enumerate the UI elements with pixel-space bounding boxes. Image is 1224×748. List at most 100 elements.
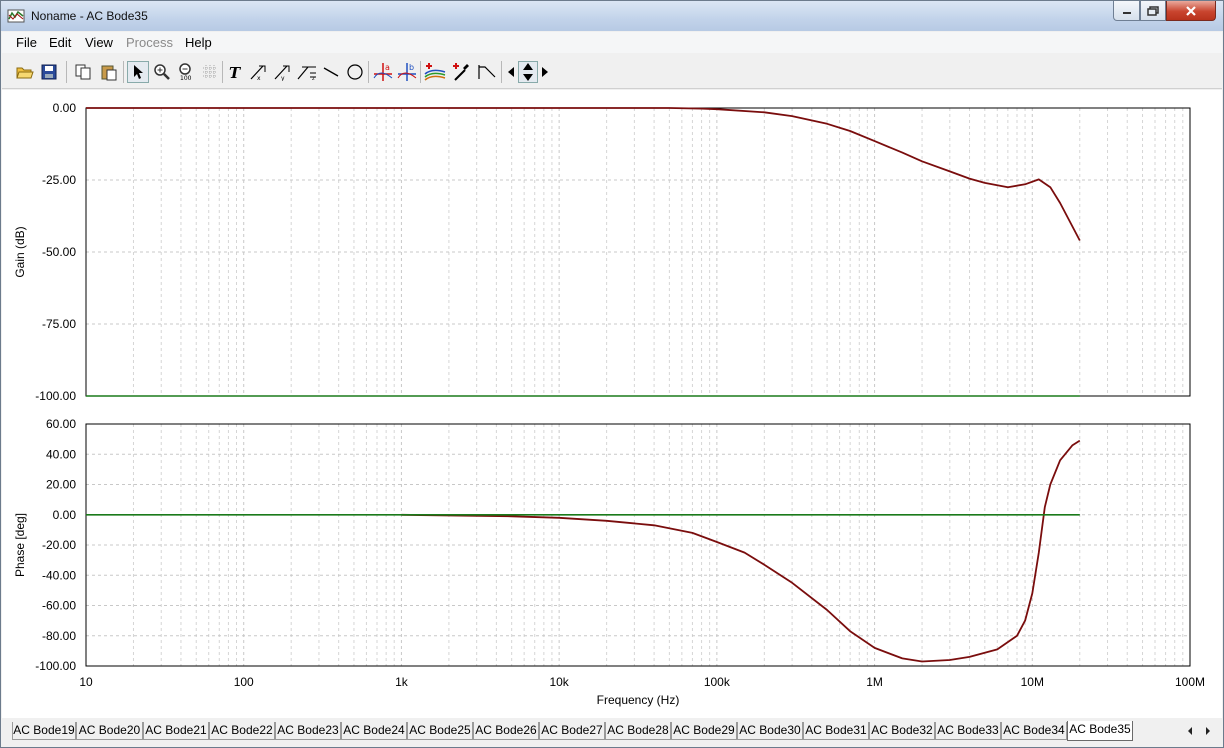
gain-ytick-label: -75.00 [42,317,76,331]
menu-file[interactable]: File [16,35,37,50]
add-curve-icon [424,63,446,81]
axis-label-x-icon: x [250,65,266,81]
tab-scroll-left[interactable] [1182,723,1198,739]
tab-ac-bode33[interactable]: AC Bode33 [935,722,1001,740]
tab-ac-bode34[interactable]: AC Bode34 [1001,722,1067,740]
phase-ytick-label: -100.00 [35,659,76,673]
zoom-100-button[interactable]: 100 [175,61,197,83]
app-window: Noname - AC Bode35 File Edit View Proces… [0,0,1224,748]
gain-ytick-label: 0.00 [53,101,77,115]
phase-ytick-label: -60.00 [42,599,76,613]
tab-ac-bode31[interactable]: AC Bode31 [803,722,869,740]
toolbar-separator [66,61,67,83]
gain-ylabel: Gain (dB) [13,226,27,277]
cursor-a-icon: a [373,63,393,81]
scroll-left-button[interactable] [504,61,518,83]
tab-ac-bode25[interactable]: AC Bode25 [407,722,473,740]
tab-ac-bode28[interactable]: AC Bode28 [605,722,671,740]
scroll-up-down-button[interactable] [518,61,538,83]
tab-ac-bode21[interactable]: AC Bode21 [143,722,209,740]
phase-ytick-label: 20.00 [46,478,76,492]
add-marker-icon [453,63,469,81]
arrow-left-icon [1188,727,1192,735]
toolbar-separator [501,61,502,83]
svg-text:x: x [257,75,261,81]
tab-ac-bode26[interactable]: AC Bode26 [473,722,539,740]
tab-ac-bode30[interactable]: AC Bode30 [737,722,803,740]
phase-xlabel: Frequency (Hz) [597,693,680,707]
menu-edit[interactable]: Edit [49,35,71,50]
close-icon [1186,5,1196,16]
phase-series-curve [401,439,1081,663]
circle-button[interactable] [344,61,366,83]
tab-ac-bode19[interactable]: AC Bode19 [12,722,76,740]
tab-ac-bode20[interactable]: AC Bode20 [76,722,143,740]
zoom-in-icon [154,64,170,80]
minimize-button[interactable] [1113,1,1140,21]
toolbar-separator [368,61,369,83]
circle-icon [347,64,363,80]
paste-button[interactable] [98,61,120,83]
menu-process[interactable]: Process [126,35,173,50]
tab-ac-bode24[interactable]: AC Bode24 [341,722,407,740]
phase-ytick-label: -20.00 [42,538,76,552]
toolbar-separator [222,61,223,83]
line-button[interactable] [320,61,342,83]
phase-xtick-label: 10 [79,675,93,689]
fit-icon [478,65,496,79]
window-title: Noname - AC Bode35 [31,9,148,23]
text-button[interactable]: T [224,61,246,83]
phase-xtick-label: 100 [234,675,254,689]
text-icon: T [229,64,242,80]
bode-plot-area[interactable]: 0.00 -25.00 -50.00 -75.00 -100.00 Gain (dB) 60… [2,90,1222,718]
phase-ytick-label: -80.00 [42,629,76,643]
tab-ac-bode29[interactable]: AC Bode29 [671,722,737,740]
close-button[interactable] [1166,1,1216,21]
cursor-a-button[interactable]: a [372,61,394,83]
tab-bar: AC Bode19 AC Bode20 AC Bode21 AC Bode22 AC B… [2,719,1222,747]
maximize-button[interactable] [1140,1,1166,21]
cursor-b-button[interactable]: b [396,61,418,83]
zoom-100-icon: 100 [179,63,192,81]
tab-ac-bode32[interactable]: AC Bode32 [869,722,935,740]
axis-label-z-button[interactable]: z [296,61,318,83]
phase-xtick-label: 1M [866,675,883,689]
axis-label-x-button[interactable]: x [248,61,270,83]
scroll-right-button[interactable] [538,61,552,83]
arrow-up-down-icon [523,63,533,81]
add-curve-button[interactable] [424,61,446,83]
menu-help[interactable]: Help [185,35,212,50]
save-button[interactable] [38,61,60,83]
zoom-in-button[interactable] [151,61,173,83]
toolbar-separator [420,61,421,83]
svg-text:y: y [281,75,285,81]
tab-ac-bode27[interactable]: AC Bode27 [539,722,605,740]
tab-ac-bode35[interactable]: AC Bode35 [1067,721,1133,741]
phase-ytick-label: -40.00 [42,568,76,582]
grid-button[interactable] [199,61,221,83]
axis-label-y-icon: y [274,65,290,81]
phase-xtick-label: 1k [395,675,409,689]
title-bar[interactable]: Noname - AC Bode35 [1,1,1223,31]
gain-ytick-label: -100.00 [35,389,76,403]
copy-icon [75,64,91,80]
paste-icon [101,65,117,81]
svg-text:100: 100 [180,75,192,81]
cursor-b-icon: b [397,63,417,81]
tab-ac-bode22[interactable]: AC Bode22 [209,722,275,740]
phase-xtick-label: 10k [549,675,569,689]
tab-scroll-right[interactable] [1200,723,1216,739]
phase-xtick-label: 100k [704,675,731,689]
tab-ac-bode23[interactable]: AC Bode23 [275,722,341,740]
add-marker-button[interactable] [450,61,472,83]
axis-label-y-button[interactable]: y [272,61,294,83]
minimize-icon [1122,11,1131,14]
fit-button[interactable] [476,61,498,83]
svg-text:a: a [385,63,390,72]
open-button[interactable] [14,61,36,83]
menu-view[interactable]: View [85,35,113,50]
bode-plot-svg: 0.00 -25.00 -50.00 -75.00 -100.00 Gain (dB) 60… [13,101,1205,707]
pointer-button[interactable] [127,61,149,83]
copy-button[interactable] [72,61,94,83]
pointer-icon [134,65,143,79]
